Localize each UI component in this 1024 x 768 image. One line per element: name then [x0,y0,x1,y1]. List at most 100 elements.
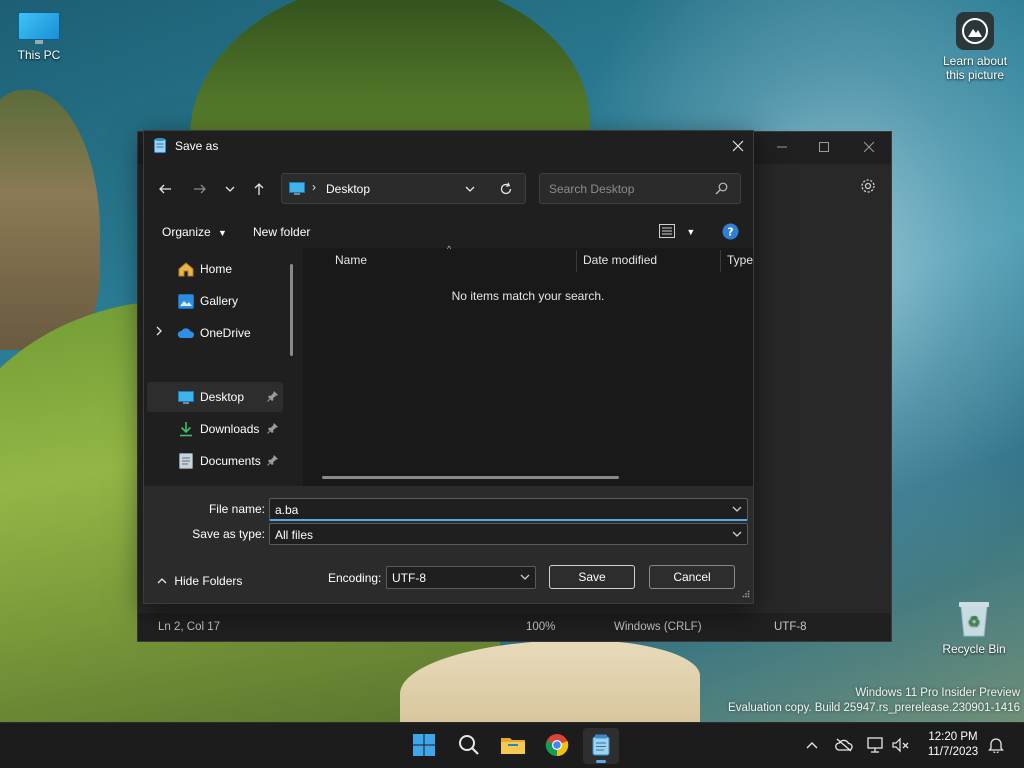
column-header-name[interactable]: Name [335,253,367,267]
navigation-pane: Home Gallery OneDrive Desktop Downloads … [144,248,302,486]
taskbar-chrome[interactable] [539,728,575,764]
volume-muted-icon[interactable] [891,735,911,755]
save-button[interactable]: Save [549,565,635,589]
cloud-icon [177,324,195,342]
maximize-button[interactable] [812,138,836,156]
nav-pane-scrollbar[interactable] [290,264,293,356]
new-folder-button[interactable]: New folder [253,225,310,239]
chevron-up-icon [157,574,170,588]
nav-item-onedrive[interactable]: OneDrive [147,318,283,348]
taskbar-clock[interactable]: 12:20 PM 11/7/2023 [914,730,992,760]
camera-info-icon [956,12,994,50]
back-arrow-icon[interactable] [153,177,177,201]
recent-locations-chevron-icon[interactable] [218,177,242,201]
dialog-titlebar: Save as [144,131,753,161]
network-icon[interactable] [866,735,886,755]
taskbar-file-explorer[interactable] [495,728,531,764]
navigation-bar: › Desktop Search Desktop [144,169,753,209]
notepad-status-bar: Ln 2, Col 17 100% Windows (CRLF) UTF-8 [138,613,891,641]
save-as-type-value: All files [275,528,314,542]
start-button[interactable] [406,728,442,764]
settings-gear-icon[interactable] [860,178,876,197]
dialog-title: Save as [175,139,219,153]
search-icon[interactable] [715,182,728,198]
nav-item-gallery[interactable]: Gallery [147,286,283,316]
svg-text:?: ? [727,226,733,239]
save-as-type-select[interactable]: All files [269,523,748,545]
up-arrow-icon[interactable] [247,177,271,201]
status-zoom[interactable]: 100% [526,621,555,633]
desktop-icon-learn-about-picture[interactable]: Learn about this picture [939,12,1011,82]
organize-label: Organize [162,225,211,239]
command-bar: Organize ▼ New folder ▼ ? [144,217,753,247]
address-bar[interactable]: › Desktop [281,173,526,204]
close-button[interactable] [857,138,881,156]
taskbar-search-button[interactable] [451,728,487,764]
windows-logo-icon [413,733,435,759]
pin-icon[interactable] [267,390,279,405]
resize-grip-icon[interactable] [742,587,750,601]
dropdown-arrow-icon: ▼ [686,227,696,237]
file-name-input[interactable]: a.ba [269,498,748,521]
status-encoding[interactable]: UTF-8 [774,621,807,633]
file-name-value: a.ba [275,503,299,517]
pin-icon[interactable] [267,454,279,469]
expand-chevron-icon[interactable] [155,325,163,340]
file-name-label: File name: [208,502,265,516]
horizontal-scrollbar[interactable] [322,476,619,479]
column-separator[interactable] [576,250,577,272]
save-as-type-label: Save as type: [192,527,265,541]
home-icon [177,260,195,278]
search-box[interactable]: Search Desktop [539,173,741,204]
notifications-bell-icon[interactable] [986,735,1006,755]
dialog-close-button[interactable] [725,133,751,159]
notepad-app-icon [154,138,166,156]
cancel-button[interactable]: Cancel [649,565,735,589]
nav-item-label: OneDrive [200,326,251,340]
dropdown-arrow-icon: ▼ [218,228,227,238]
file-name-dropdown-chevron-icon[interactable] [731,503,743,518]
nav-item-desktop[interactable]: Desktop [147,382,283,412]
status-cursor-position: Ln 2, Col 17 [158,621,221,633]
save-as-type-chevron-icon [731,528,743,543]
windows-watermark: Windows 11 Pro Insider Preview Evaluatio… [728,686,1020,716]
save-as-dialog: Save as › Desktop Search Desktop Organiz… [143,130,754,604]
clock-date: 11/7/2023 [927,746,979,758]
address-history-chevron-icon[interactable] [464,183,476,198]
hide-folders-button[interactable]: Hide Folders [157,574,242,588]
help-icon[interactable]: ? [722,223,739,243]
column-separator[interactable] [720,250,721,272]
nav-item-home[interactable]: Home [147,254,283,284]
encoding-chevron-icon [519,571,531,586]
watermark-line1: Windows 11 Pro Insider Preview [855,687,1020,699]
desktop-icon-recycle-bin[interactable]: ♻ Recycle Bin [938,598,1010,656]
gallery-icon [177,292,195,310]
column-header-type[interactable]: Type [727,253,753,267]
view-options-button[interactable]: ▼ [659,224,695,241]
show-hidden-icons-chevron-icon[interactable] [802,735,822,755]
minimize-button[interactable] [770,138,794,156]
empty-folder-message: No items match your search. [451,289,605,303]
nav-item-downloads[interactable]: Downloads [147,414,283,444]
desktop-icon-label-line2: this picture [945,68,1005,82]
chrome-icon [545,733,569,760]
refresh-icon[interactable] [499,182,513,199]
encoding-select[interactable]: UTF-8 [386,566,536,589]
column-header-date-modified[interactable]: Date modified [583,253,657,267]
nav-item-documents[interactable]: Documents [147,446,283,476]
forward-arrow-icon[interactable] [188,177,212,201]
search-icon [458,734,480,759]
breadcrumb-current[interactable]: Desktop [326,182,370,196]
desktop-icon-this-pc[interactable]: This PC [3,12,75,62]
file-list[interactable]: ^ Name Date modified Type No items match… [303,244,753,486]
cloud-offline-icon[interactable] [834,735,854,755]
document-icon [177,452,195,470]
taskbar-notepad[interactable] [583,728,619,764]
organize-button[interactable]: Organize ▼ [162,225,227,239]
nav-item-label: Downloads [200,422,260,436]
save-options-panel: File name: a.ba Save as type: All files … [144,486,753,603]
list-view-icon [659,224,678,241]
pin-icon[interactable] [267,422,279,437]
status-line-ending[interactable]: Windows (CRLF) [614,621,702,633]
wallpaper-cliff-left [0,90,100,350]
